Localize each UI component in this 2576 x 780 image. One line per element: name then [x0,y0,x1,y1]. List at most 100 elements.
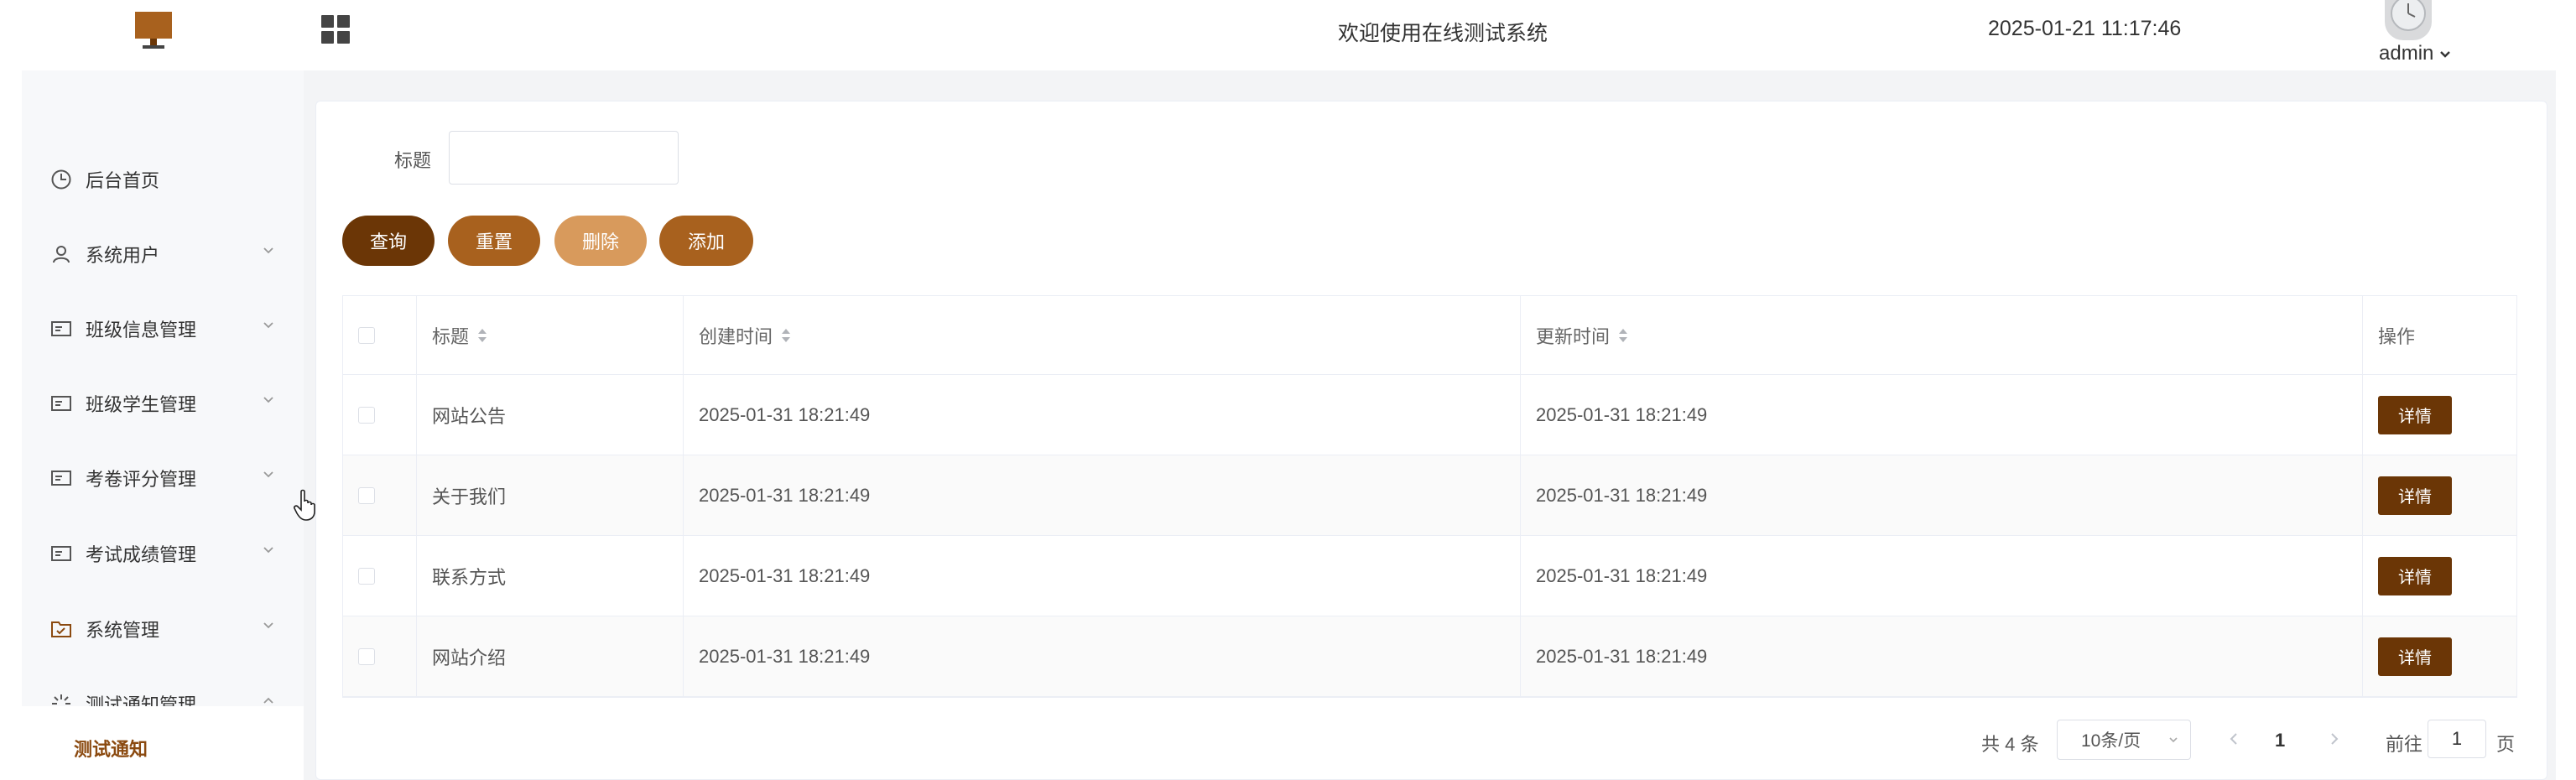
row-created: 2025-01-31 18:21:49 [684,375,1521,455]
page-size-select[interactable]: 10条/页 [2057,720,2191,760]
row-title: 网站公告 [417,375,684,455]
row-select-cell [343,455,417,535]
user-menu[interactable]: admin [2379,42,2451,65]
chevron-down-icon [263,247,273,254]
header-created-label: 创建时间 [699,325,773,347]
table-header-row: 标题 创建时间 更新时间 操作 [343,296,2516,375]
select-all-checkbox[interactable] [358,326,375,344]
goto-label: 前往 [2386,734,2423,755]
row-actions: 详情 [2363,616,2516,696]
row-actions: 详情 [2363,455,2516,535]
table-row: 关于我们 2025-01-31 18:21:49 2025-01-31 18:2… [343,455,2516,536]
row-updated: 2025-01-31 18:21:49 [1521,536,2363,616]
header-created[interactable]: 创建时间 [684,296,1521,374]
reset-button[interactable]: 重置 [448,216,540,266]
sidebar-item-system-users[interactable]: 系统用户 [22,216,304,291]
sidebar-item-label: 班级学生管理 [86,393,197,415]
goto-suffix: 页 [2496,734,2516,755]
row-checkbox[interactable] [358,486,375,504]
row-checkbox[interactable] [358,567,375,585]
header-actions-label: 操作 [2378,325,2416,347]
hand-cursor-icon [294,489,315,521]
row-title: 联系方式 [417,536,684,616]
row-created: 2025-01-31 18:21:49 [684,536,1521,616]
pagination-total: 共 4 条 [1981,734,2039,755]
row-created: 2025-01-31 18:21:49 [684,616,1521,696]
folder-icon [51,621,71,637]
sidebar-item-exam-grading[interactable]: 考卷评分管理 [22,440,304,515]
table-row: 网站介绍 2025-01-31 18:21:49 2025-01-31 18:2… [343,616,2516,697]
chevron-down-icon [263,622,273,629]
card-icon [51,546,71,561]
sidebar-item-label: 系统用户 [86,244,160,266]
dashboard-icon [51,169,71,190]
row-created: 2025-01-31 18:21:49 [684,455,1521,535]
chevron-down-icon [2440,50,2450,58]
add-button[interactable]: 添加 [659,216,753,266]
table-row: 网站公告 2025-01-31 18:21:49 2025-01-31 18:2… [343,375,2516,455]
next-page-icon[interactable] [2329,731,2340,746]
welcome-text: 欢迎使用在线测试系统 [1337,22,1548,45]
sidebar-item-class-students[interactable]: 班级学生管理 [22,366,304,440]
header-actions: 操作 [2363,296,2516,374]
menu-toggle-grid-icon[interactable] [321,15,351,44]
sidebar-item-home[interactable]: 后台首页 [22,142,304,216]
sidebar-subitem-test-notice[interactable]: 测试通知 [22,706,304,780]
chevron-down-icon [263,397,273,403]
header-title[interactable]: 标题 [417,296,684,374]
chevron-down-icon [263,322,273,329]
row-title: 网站介绍 [417,616,684,696]
row-actions: 详情 [2363,375,2516,455]
row-select-cell [343,616,417,696]
sort-icon[interactable] [477,328,487,343]
user-icon [53,246,70,263]
prev-page-icon[interactable] [2228,731,2240,746]
header-title-label: 标题 [432,325,470,347]
row-checkbox[interactable] [358,406,375,424]
delete-button[interactable]: 删除 [554,216,647,266]
row-updated: 2025-01-31 18:21:49 [1521,455,2363,535]
sidebar-item-label: 考试成绩管理 [86,543,197,565]
card-icon [51,396,71,411]
row-select-cell [343,375,417,455]
sidebar-item-class-info[interactable]: 班级信息管理 [22,291,304,366]
sidebar-item-label: 考卷评分管理 [86,468,197,490]
row-updated: 2025-01-31 18:21:49 [1521,375,2363,455]
detail-button[interactable]: 详情 [2378,556,2452,595]
sidebar-item-label: 系统管理 [86,619,160,641]
table-row: 联系方式 2025-01-31 18:21:49 2025-01-31 18:2… [343,536,2516,616]
row-updated: 2025-01-31 18:21:49 [1521,616,2363,696]
header-updated[interactable]: 更新时间 [1521,296,2363,374]
detail-button[interactable]: 详情 [2378,476,2452,515]
avatar[interactable] [2385,0,2432,40]
sort-icon[interactable] [781,328,791,343]
current-page[interactable]: 1 [2275,730,2285,751]
detail-button[interactable]: 详情 [2378,637,2452,676]
sort-icon[interactable] [1618,328,1628,343]
sidebar-item-exam-scores[interactable]: 考试成绩管理 [22,516,304,590]
row-title: 关于我们 [417,455,684,535]
card-icon [51,321,71,336]
goto-page-input[interactable] [2428,720,2486,758]
monitor-logo-icon [133,10,174,52]
detail-button[interactable]: 详情 [2378,395,2452,434]
title-filter-label: 标题 [394,150,432,171]
header-updated-label: 更新时间 [1536,325,1611,347]
row-select-cell [343,536,417,616]
row-checkbox[interactable] [358,647,375,665]
top-header: 欢迎使用在线测试系统 2025-01-21 11:17:46 admin [0,0,2576,70]
chevron-down-icon [263,471,273,478]
title-filter-input[interactable] [449,131,679,185]
select-all-cell [343,296,417,374]
page-size-value: 10条/页 [2081,731,2141,751]
sidebar-subitem-label: 测试通知 [74,739,148,760]
chevron-up-icon [263,697,273,704]
sidebar-item-system-management[interactable]: 系统管理 [22,591,304,666]
chevron-down-icon [263,547,273,554]
notice-table: 标题 创建时间 更新时间 操作 网站公告 2025-01-31 18:21:49… [342,295,2517,698]
card-icon [51,471,71,486]
sidebar: 后台首页 系统用户 班级信息管理 班级学生管理 考卷评分管理 考试成绩管理 系统… [22,70,304,780]
query-button[interactable]: 查询 [342,216,435,266]
row-actions: 详情 [2363,536,2516,616]
sidebar-item-label: 后台首页 [86,169,160,191]
